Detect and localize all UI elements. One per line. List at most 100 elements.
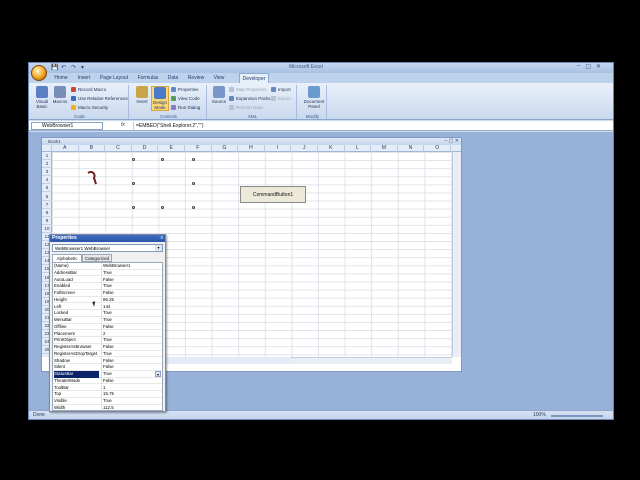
column-header[interactable]: A [52,145,79,152]
property-value[interactable]: False [101,344,162,351]
row-header[interactable]: 7 [42,201,52,209]
column-header[interactable]: O [424,145,451,152]
property-value[interactable]: 15.75 [101,391,162,398]
zoom-slider[interactable] [551,415,603,417]
property-row[interactable]: Visible True [53,398,162,405]
tab-data[interactable]: Data [165,73,181,83]
column-header[interactable]: N [398,145,425,152]
property-row[interactable]: Left 144 [53,303,162,311]
property-value[interactable]: True [101,317,162,324]
view-code-button[interactable]: View Code [171,96,200,102]
property-value[interactable]: True [101,283,162,290]
relative-refs-button[interactable]: Use Relative References [71,96,128,102]
property-row[interactable]: RegisterAsDropTarget True [53,350,162,358]
wb-close-icon[interactable]: ✕ [455,138,459,144]
property-row[interactable]: MenuBar True [53,317,162,324]
property-row[interactable]: Locked True [53,310,162,317]
insert-control-button[interactable]: Insert [133,86,151,104]
refresh-data-button[interactable]: Refresh Data [229,105,271,111]
property-row[interactable]: Height 86.25 [53,296,162,304]
tab-alphabetic[interactable]: Alphabetic [52,254,82,262]
property-value[interactable]: True [101,269,162,277]
property-row[interactable]: AddressBar True [53,269,162,277]
row-header[interactable]: 6 [42,193,52,201]
close-icon[interactable]: ✕ [596,63,601,72]
row-header[interactable]: 5 [42,184,52,193]
resize-handle[interactable] [132,158,135,161]
property-value[interactable]: 144 [101,303,162,311]
property-row[interactable]: (Name) WebBrowser1 [53,263,162,270]
macros-button[interactable]: Macros [51,86,69,104]
column-header[interactable]: H [238,145,265,152]
row-header[interactable]: 1 [42,152,52,160]
column-header[interactable]: G [212,145,239,152]
property-value[interactable]: 86.25 [101,296,162,304]
column-header[interactable]: E [158,145,185,152]
import-button[interactable]: Import [271,87,291,93]
column-header[interactable]: D [132,145,159,152]
row-header[interactable]: 10 [42,225,52,233]
source-button[interactable]: Source [210,86,228,104]
column-header[interactable]: M [371,145,398,152]
document-panel-button[interactable]: Document Panel [303,86,325,109]
property-row[interactable]: PrintObject True [53,337,162,344]
qat-undo-icon[interactable]: ↶ [61,64,66,71]
column-header[interactable]: F [185,145,212,152]
property-row[interactable]: Width 112.5 [53,404,162,410]
column-header[interactable]: L [345,145,372,152]
row-header[interactable]: 2 [42,160,52,169]
qat-redo-icon[interactable]: ↷ [71,64,76,71]
visual-basic-button[interactable]: Visual Basic [33,86,51,109]
macro-security-button[interactable]: Macro Security [71,105,128,111]
name-box[interactable]: WebBrowser1 [31,122,103,130]
column-header[interactable]: J [291,145,318,152]
property-value[interactable]: True [101,310,162,317]
record-macro-button[interactable]: Record Macro [71,87,128,93]
property-row[interactable]: ToolBar 1 [53,384,162,392]
qat-customize-icon[interactable]: ▾ [81,64,84,71]
property-value[interactable]: True [101,371,162,378]
property-row[interactable]: AutoLoad False [53,276,162,284]
property-row[interactable]: Offline False [53,323,162,331]
property-value[interactable]: True [101,350,162,358]
properties-button[interactable]: Properties [171,87,200,93]
property-value[interactable]: False [101,276,162,284]
property-row[interactable]: FullScreen False [53,290,162,297]
resize-handle[interactable] [161,206,164,209]
wb-maximize-icon[interactable]: ▢ [449,138,454,144]
property-row[interactable]: Silent False [53,364,162,371]
property-value[interactable]: True [101,337,162,344]
run-dialog-button[interactable]: Run Dialog [171,105,200,111]
expansion-packs-button[interactable]: Expansion Packs [229,96,271,102]
chevron-down-icon[interactable]: ▾ [155,245,162,251]
tab-categorized[interactable]: Categorized [82,254,112,262]
property-value[interactable]: True [101,398,162,405]
formula-input[interactable]: =EMBED("Shell.Explorer.2","") [133,122,603,130]
row-header[interactable]: 8 [42,209,52,217]
property-value[interactable]: False [101,377,162,385]
tab-formulas[interactable]: Formulas [135,73,161,83]
tab-insert[interactable]: Insert [75,73,93,83]
qat-save-icon[interactable]: 💾 [51,64,58,71]
property-row[interactable]: TheaterMode False [53,377,162,385]
tab-home[interactable]: Home [51,73,71,83]
zoom-level[interactable]: 100% [533,412,546,418]
office-button[interactable] [31,65,47,81]
map-properties-button[interactable]: Map Properties [229,87,271,93]
row-header[interactable]: 4 [42,176,52,185]
resize-handle[interactable] [192,182,195,185]
properties-close-icon[interactable]: x [161,235,164,242]
property-row[interactable]: Top 15.75 [53,391,162,398]
horizontal-scrollbar[interactable] [290,357,452,364]
properties-object-select[interactable]: WebBrowser1 WebBrowser ▾ [52,244,163,252]
resize-handle[interactable] [192,158,195,161]
minimize-icon[interactable]: – [577,63,580,72]
resize-handle[interactable] [132,206,135,209]
design-mode-button[interactable]: Design Mode [151,86,169,111]
property-value[interactable]: 1 [101,384,162,392]
property-value[interactable]: False [101,364,162,371]
tab-review[interactable]: Review [185,73,207,83]
tab-view[interactable]: View [211,73,227,83]
column-header[interactable]: I [265,145,292,152]
command-button-1[interactable]: CommandButton1 [240,186,306,203]
